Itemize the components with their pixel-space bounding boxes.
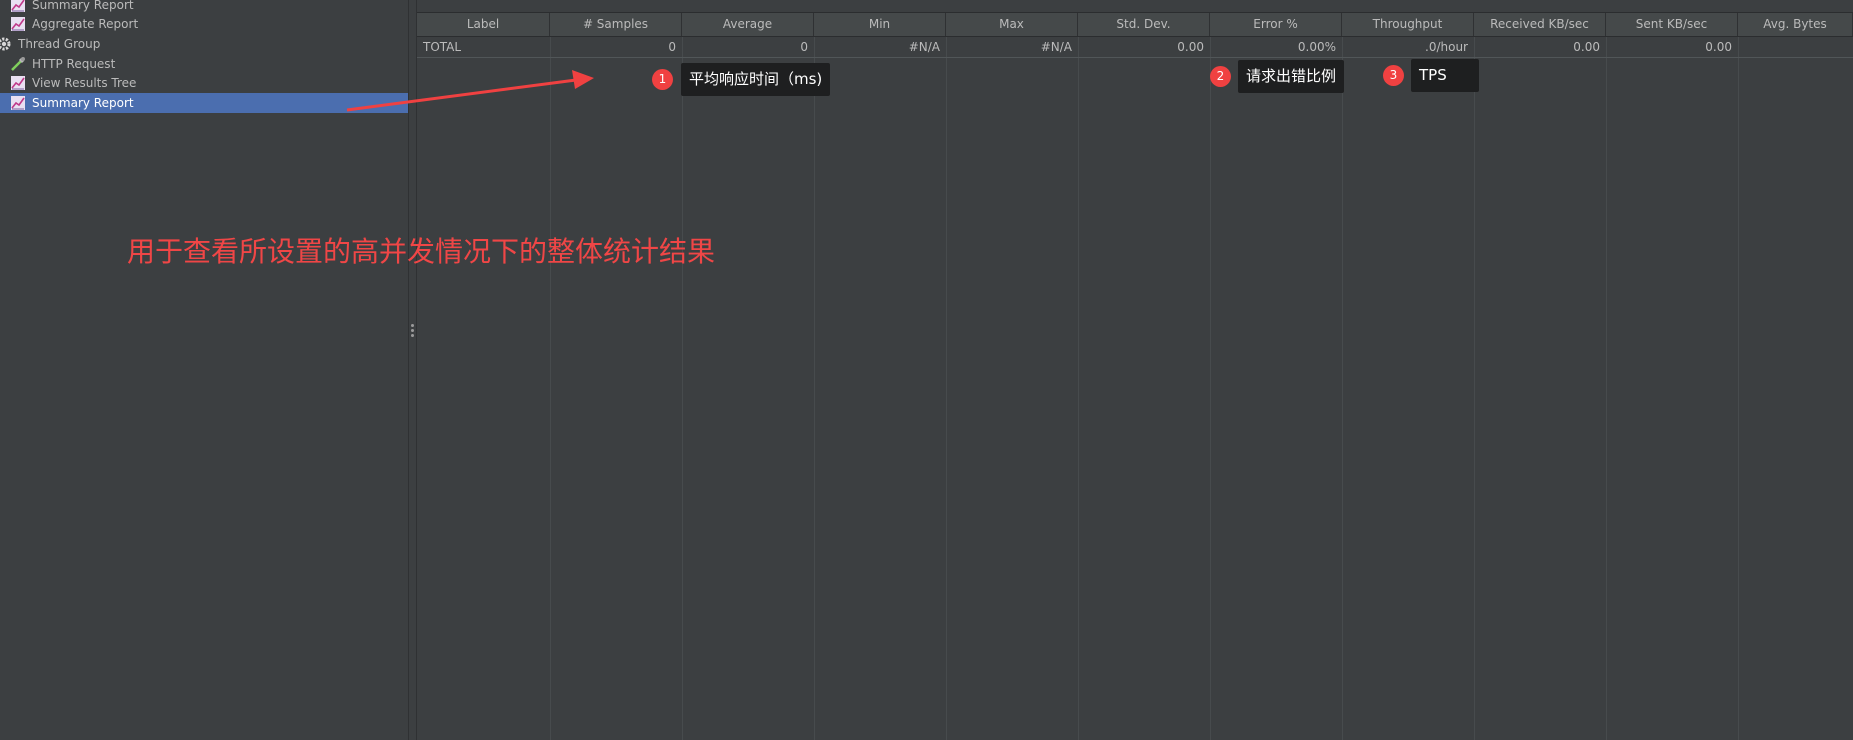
cell-avg-bytes [1738, 37, 1853, 57]
tree-item-label: Aggregate Report [32, 17, 139, 31]
cell-error-pct: 0.00% [1297, 40, 1336, 54]
cell-std-dev: 0.00 [1177, 40, 1204, 54]
cell-max: #N/A [1040, 40, 1072, 54]
column-header-throughput[interactable]: Throughput [1342, 13, 1474, 36]
cell-min: #N/A [908, 40, 940, 54]
annotation-caption: 用于查看所设置的高并发情况下的整体统计结果 [127, 235, 716, 268]
column-header-average[interactable]: Average [682, 13, 814, 36]
tree-item-thread-group[interactable]: Thread Group [0, 34, 408, 54]
callout-error-rate: 请求出错比例 [1238, 60, 1345, 93]
column-divider [1738, 37, 1739, 740]
tree-item-label: HTTP Request [32, 57, 116, 71]
table-top-strip [417, 0, 1853, 13]
tree-item-label: Summary Report [32, 96, 134, 110]
cell-label: TOTAL [423, 40, 462, 54]
splitter-grip-icon[interactable] [411, 324, 415, 340]
tree-item-label: View Results Tree [32, 76, 137, 90]
callout-average-response-time: 平均响应时间（ms) [681, 63, 831, 96]
column-divider [1606, 37, 1607, 740]
chart-report-icon [10, 95, 26, 111]
column-divider [1474, 37, 1475, 740]
cell-samples: 0 [668, 40, 676, 54]
table-header: Label # Samples Average Min Max Std. Dev… [417, 13, 1853, 37]
tree-item-aggregate-report[interactable]: Aggregate Report [10, 14, 408, 34]
pipette-icon [10, 56, 26, 72]
callout-number-badge-1: 1 [652, 69, 673, 90]
column-divider [814, 37, 815, 740]
tree-item-http-request[interactable]: HTTP Request [10, 54, 408, 74]
column-header-max[interactable]: Max [946, 13, 1078, 36]
callout-tps: TPS [1411, 59, 1479, 92]
tree-item-view-results-tree[interactable]: View Results Tree [10, 73, 408, 93]
summary-table: Label # Samples Average Min Max Std. Dev… [417, 0, 1853, 740]
column-divider [1078, 37, 1079, 740]
tree-item-label: Thread Group [18, 37, 101, 51]
panel-splitter[interactable] [408, 0, 417, 740]
chart-report-icon [10, 0, 26, 13]
column-header-samples[interactable]: # Samples [550, 13, 682, 36]
column-divider [946, 37, 947, 740]
gear-icon [0, 36, 12, 52]
cell-average: 0 [800, 40, 808, 54]
cell-received-kb: 0.00 [1573, 40, 1600, 54]
test-plan-tree: Summary Report Aggregate Report Thread G… [0, 0, 408, 740]
tree-item-summary-report-1[interactable]: Summary Report [10, 0, 408, 15]
table-row[interactable]: TOTAL 0 0 #N/A #N/A 0.00 0.00% .0/hour 0… [417, 37, 1853, 58]
column-divider [550, 37, 551, 740]
column-header-min[interactable]: Min [814, 13, 946, 36]
column-header-avg-bytes[interactable]: Avg. Bytes [1738, 13, 1853, 36]
chart-report-icon [10, 75, 26, 91]
cell-sent-kb: 0.00 [1705, 40, 1732, 54]
column-header-label[interactable]: Label [417, 13, 550, 36]
column-divider [1210, 37, 1211, 740]
chart-report-icon [10, 16, 26, 32]
cell-throughput: .0/hour [1425, 40, 1468, 54]
callout-number-badge-2: 2 [1210, 66, 1231, 87]
column-header-received-kb[interactable]: Received KB/sec [1474, 13, 1606, 36]
tree-item-label: Summary Report [32, 0, 134, 12]
column-divider [682, 37, 683, 740]
tree-item-summary-report-selected[interactable]: Summary Report [0, 93, 408, 113]
column-divider [1342, 37, 1343, 740]
column-header-error-pct[interactable]: Error % [1210, 13, 1342, 36]
callout-number-badge-3: 3 [1383, 65, 1404, 86]
column-header-sent-kb[interactable]: Sent KB/sec [1606, 13, 1738, 36]
column-header-std-dev[interactable]: Std. Dev. [1078, 13, 1210, 36]
